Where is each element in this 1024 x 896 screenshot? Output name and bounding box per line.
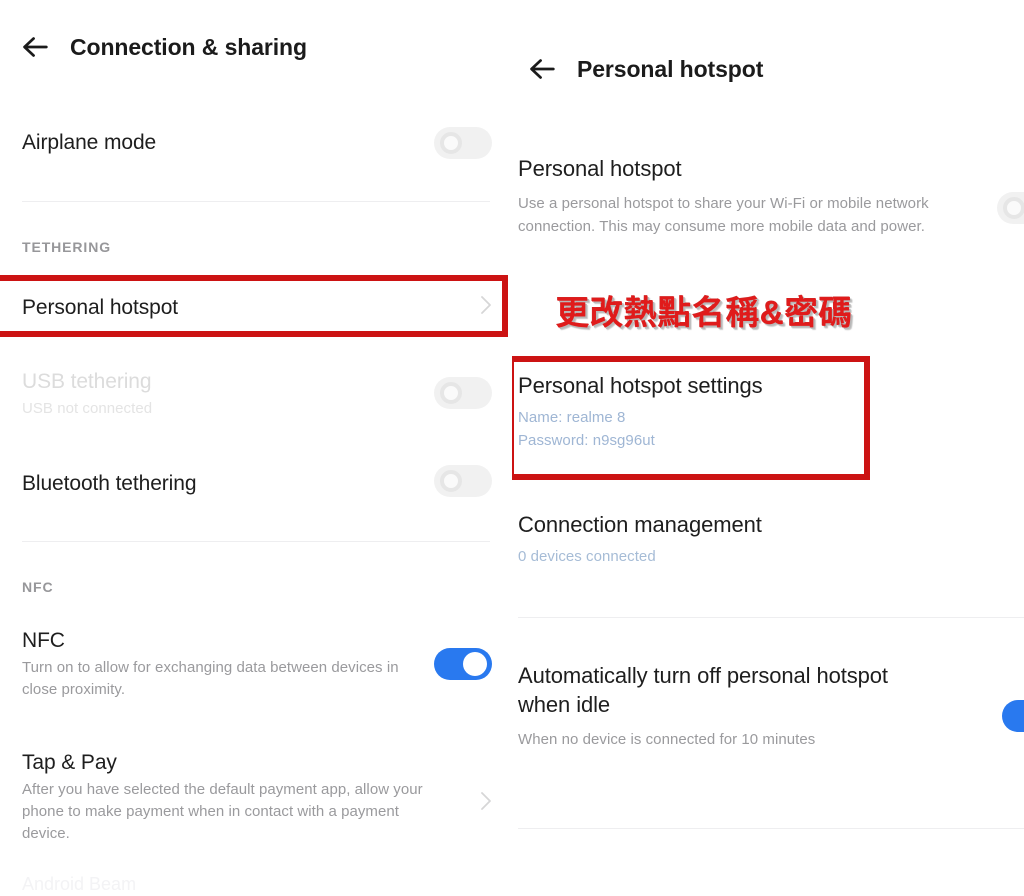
row-title: Airplane mode [22,131,157,154]
row-title: Personal hotspot [22,296,179,319]
row-subtitle: Turn on to allow for exchanging data bet… [22,659,399,698]
row-personal-hotspot-master[interactable]: Personal hotspot Use a personal hotspot … [518,155,966,238]
divider [22,201,490,202]
row-title: Tap & Pay [22,751,117,774]
row-auto-turn-off[interactable]: Automatically turn off personal hotspot … [518,661,910,751]
hotspot-password-value: Password: n9sg96ut [518,432,655,450]
toggle-knob [440,132,462,154]
row-title: Personal hotspot [518,156,682,181]
chevron-right-icon[interactable] [473,293,497,317]
divider [518,617,1024,618]
ghost-row-label: Android Beam [22,874,137,894]
row-title: Bluetooth tethering [22,472,197,495]
row-connection-management[interactable]: Connection management 0 devices connecte… [518,511,762,567]
page-title: Connection & sharing [70,33,307,60]
right-phone-screen: Personal hotspot Personal hotspot Use a … [512,0,1024,896]
hotspot-name-value: Name: realme 8 [518,408,626,426]
row-subtitle: After you have selected the default paym… [22,781,423,842]
section-label-nfc: NFC [22,579,54,595]
bluetooth-tethering-toggle[interactable] [434,465,492,497]
left-phone-screen: Connection & sharing Airplane mode TETHE… [0,0,512,896]
chinese-annotation-text: 更改熱點名稱&密碼 [556,294,853,331]
row-usb-tethering: USB tethering USB not connected [22,369,422,420]
toggle-knob [463,652,487,676]
row-subtitle: USB not connected [22,400,153,418]
row-airplane-mode[interactable]: Airplane mode [22,130,156,156]
divider [518,828,1024,829]
arrow-left-icon[interactable] [18,30,52,64]
arrow-left-icon[interactable] [525,52,559,86]
divider [22,541,490,542]
right-app-bar: Personal hotspot [525,52,763,86]
page-title: Personal hotspot [577,55,764,82]
row-title: Connection management [518,512,762,537]
personal-hotspot-toggle[interactable] [997,192,1024,224]
toggle-knob [440,470,462,492]
row-bluetooth-tethering[interactable]: Bluetooth tethering [22,471,197,497]
row-title: NFC [22,629,65,652]
row-tap-and-pay[interactable]: Tap & Pay After you have selected the de… [22,750,442,845]
screenshot-root: Connection & sharing Airplane mode TETHE… [0,0,1024,896]
row-hotspot-settings[interactable]: Personal hotspot settings Name: realme 8… [518,372,763,452]
section-label-tethering: TETHERING [22,239,111,255]
row-personal-hotspot[interactable]: Personal hotspot [22,295,178,321]
row-title: USB tethering [22,370,152,393]
nfc-toggle[interactable] [434,648,492,680]
chevron-right-icon[interactable] [473,789,497,813]
row-nfc[interactable]: NFC Turn on to allow for exchanging data… [22,628,422,701]
row-title: Personal hotspot settings [518,373,763,398]
auto-turn-off-toggle[interactable] [1002,700,1024,732]
row-subtitle: When no device is connected for 10 minut… [518,731,816,749]
left-app-bar: Connection & sharing [18,30,307,64]
usb-tethering-toggle [434,377,492,409]
toggle-knob [1003,197,1024,219]
row-subtitle: Use a personal hotspot to share your Wi-… [518,194,929,235]
toggle-knob [440,382,462,404]
row-title: Automatically turn off personal hotspot … [518,663,888,718]
row-subtitle: 0 devices connected [518,547,656,565]
airplane-mode-toggle[interactable] [434,127,492,159]
